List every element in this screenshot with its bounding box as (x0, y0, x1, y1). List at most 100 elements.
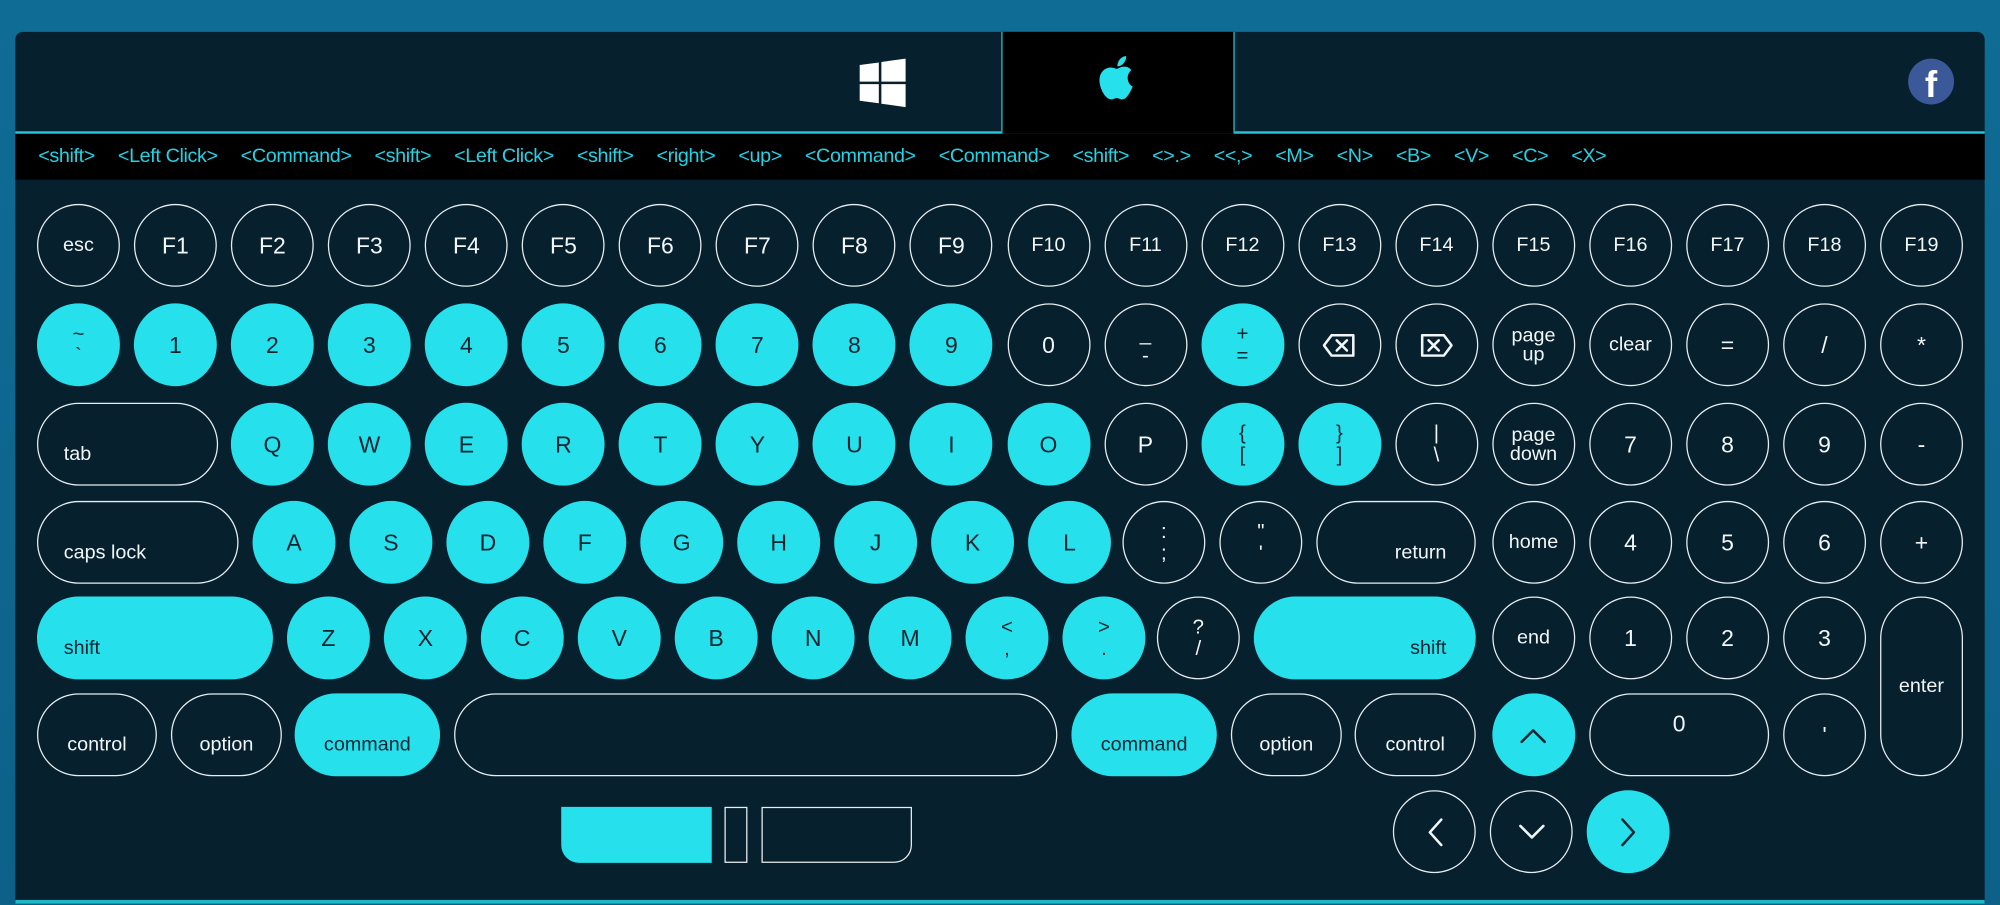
key-a[interactable]: A (252, 500, 336, 584)
key-symbol[interactable]: " ' (1219, 500, 1303, 584)
key-arrow-down[interactable] (1489, 790, 1573, 874)
key-f18[interactable]: F18 (1783, 203, 1866, 287)
key-3[interactable]: 3 (327, 303, 411, 387)
mac-tab[interactable] (1001, 31, 1235, 134)
key-page-up[interactable]: page up (1492, 303, 1575, 387)
key-p[interactable]: P (1104, 402, 1187, 486)
key-w[interactable]: W (327, 402, 411, 486)
key-f12[interactable]: F12 (1201, 203, 1284, 287)
key-home[interactable]: home (1492, 500, 1575, 584)
key-f3[interactable]: F3 (327, 203, 411, 287)
key-0[interactable]: 0 (1589, 693, 1770, 777)
key-5[interactable]: 5 (1686, 500, 1769, 584)
key-f15[interactable]: F15 (1492, 203, 1575, 287)
key-symbol[interactable]: :; (1122, 500, 1206, 584)
key-2[interactable]: 2 (1686, 596, 1769, 680)
key-symbol[interactable]: }] (1298, 402, 1381, 486)
key-symbol[interactable]: + = (1201, 303, 1284, 387)
key-f10[interactable]: F10 (1007, 203, 1090, 287)
key-2[interactable]: 2 (230, 303, 314, 387)
key-t[interactable]: T (618, 402, 702, 486)
key-1[interactable]: 1 (133, 303, 217, 387)
layout-toggle-divider[interactable] (724, 806, 748, 863)
key-i[interactable]: I (909, 402, 993, 486)
key-b[interactable]: B (674, 596, 758, 680)
key-f9[interactable]: F9 (909, 203, 993, 287)
key-f19[interactable]: F19 (1880, 203, 1963, 287)
key-f13[interactable]: F13 (1298, 203, 1381, 287)
key-forward-delete[interactable] (1394, 303, 1478, 387)
key-z[interactable]: Z (286, 596, 370, 680)
key-d[interactable]: D (446, 500, 530, 584)
key-9[interactable]: 9 (1783, 402, 1866, 486)
key-f16[interactable]: F16 (1589, 203, 1672, 287)
key-6[interactable]: 6 (618, 303, 702, 387)
key-k[interactable]: K (931, 500, 1015, 584)
key-3[interactable]: 3 (1783, 596, 1866, 680)
key-symbol[interactable]: ' (1783, 693, 1867, 777)
key-m[interactable]: M (868, 596, 952, 680)
key-c[interactable]: C (480, 596, 564, 680)
key-arrow-right[interactable] (1586, 790, 1670, 874)
key-shift[interactable]: shift (36, 596, 273, 680)
key-return[interactable]: return (1316, 500, 1476, 584)
key-symbol[interactable]: * (1880, 303, 1963, 387)
key-f6[interactable]: F6 (618, 203, 702, 287)
key-4[interactable]: 4 (424, 303, 508, 387)
key-9[interactable]: 9 (909, 303, 993, 387)
key-s[interactable]: S (349, 500, 433, 584)
key-q[interactable]: Q (230, 402, 314, 486)
key-symbol[interactable]: + (1880, 500, 1963, 584)
key-l[interactable]: L (1028, 500, 1111, 584)
key-symbol[interactable]: ~ ` (36, 303, 120, 387)
key-symbol[interactable]: - (1880, 402, 1963, 486)
layout-toggle-left[interactable] (561, 806, 712, 863)
key-o[interactable]: O (1007, 402, 1090, 486)
key-e[interactable]: E (424, 402, 508, 486)
key-caps-lock[interactable]: caps lock (36, 500, 239, 584)
key-h[interactable]: H (737, 500, 821, 584)
key-g[interactable]: G (640, 500, 724, 584)
key-r[interactable]: R (521, 402, 605, 486)
key-8[interactable]: 8 (812, 303, 896, 387)
key-page-down[interactable]: page down (1492, 402, 1575, 486)
key-f11[interactable]: F11 (1104, 203, 1187, 287)
key-7[interactable]: 7 (1589, 402, 1672, 486)
key-8[interactable]: 8 (1686, 402, 1769, 486)
key-tab[interactable]: tab (36, 402, 219, 486)
key-f2[interactable]: F2 (230, 203, 314, 287)
key-symbol[interactable]: = (1686, 303, 1769, 387)
key-symbol[interactable]: / (1783, 303, 1866, 387)
key-v[interactable]: V (577, 596, 661, 680)
key-x[interactable]: X (383, 596, 467, 680)
key-0[interactable]: 0 (1007, 303, 1090, 387)
key-n[interactable]: N (771, 596, 855, 680)
key-u[interactable]: U (812, 402, 896, 486)
key-control[interactable]: control (1354, 693, 1476, 777)
key-enter[interactable]: enter (1880, 596, 1963, 777)
key-f7[interactable]: F7 (715, 203, 799, 287)
key-7[interactable]: 7 (715, 303, 799, 387)
key-symbol[interactable]: >. (1062, 596, 1146, 680)
key-symbol[interactable]: ? / (1156, 596, 1240, 680)
layout-toggle-right[interactable] (761, 806, 912, 863)
key-symbol[interactable]: | \ (1394, 402, 1478, 486)
key-control[interactable]: control (36, 693, 157, 777)
key-command[interactable]: command (1071, 693, 1217, 777)
key-esc[interactable]: esc (36, 203, 120, 287)
key-f1[interactable]: F1 (133, 203, 217, 287)
key-f[interactable]: F (543, 500, 627, 584)
key-arrow-up[interactable] (1492, 693, 1575, 777)
key-f4[interactable]: F4 (424, 203, 508, 287)
key-symbol[interactable]: _ - (1104, 303, 1187, 387)
key-backspace[interactable] (1298, 303, 1381, 387)
key-f17[interactable]: F17 (1686, 203, 1769, 287)
key-y[interactable]: Y (715, 402, 799, 486)
key-clear[interactable]: clear (1589, 303, 1672, 387)
key-f14[interactable]: F14 (1394, 203, 1478, 287)
key-end[interactable]: end (1492, 596, 1575, 680)
key-5[interactable]: 5 (521, 303, 605, 387)
key-j[interactable]: J (834, 500, 918, 584)
key-4[interactable]: 4 (1589, 500, 1672, 584)
key-option[interactable]: option (1230, 693, 1342, 777)
